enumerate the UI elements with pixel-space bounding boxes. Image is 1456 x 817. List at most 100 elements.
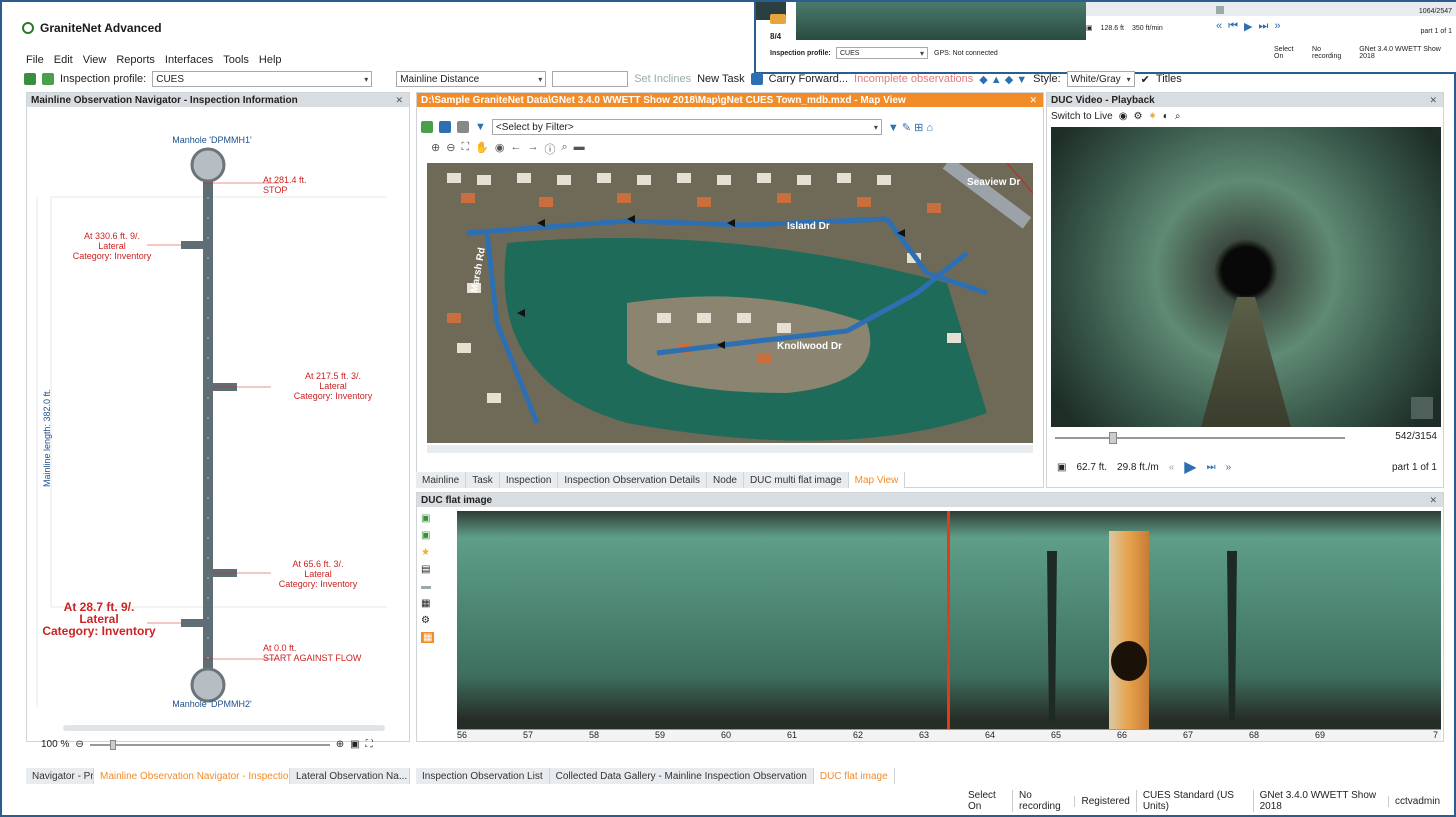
- incomplete-observations-button[interactable]: Incomplete observations: [854, 73, 973, 85]
- select-on-button[interactable]: Select On: [962, 790, 1012, 812]
- tab-task[interactable]: Task: [466, 472, 500, 488]
- tab-duc-multi[interactable]: DUC multi flat image: [743, 472, 849, 488]
- fit-view-icon[interactable]: ▣: [350, 739, 359, 750]
- tab-lateral-navigator[interactable]: Lateral Observation Na...: [290, 768, 410, 784]
- print-icon[interactable]: [457, 121, 469, 133]
- obs-lateral-28[interactable]: At 28.7 ft. 9/. Lateral Category: Inventor…: [25, 601, 173, 637]
- flat-tool-icon-4[interactable]: ▬: [421, 581, 434, 592]
- close-icon[interactable]: ✕: [1029, 95, 1037, 106]
- obs-lateral-330[interactable]: At 330.6 ft. 9/. Lateral Category: Invento…: [57, 231, 167, 261]
- inset-slider-thumb[interactable]: [1216, 6, 1224, 14]
- map-canvas[interactable]: Seaview Dr Island Dr Knollwood Dr Marsh …: [427, 163, 1033, 443]
- flat-position-marker[interactable]: [947, 511, 950, 731]
- tab-duc-flat-image[interactable]: DUC flat image: [813, 768, 895, 784]
- flat-tool-icon-2[interactable]: ▣: [421, 530, 434, 541]
- zoom-out-icon[interactable]: ⊖: [75, 739, 83, 750]
- video-seek-thumb[interactable]: [1109, 432, 1117, 444]
- style-combo[interactable]: White/Gray ▾: [1066, 71, 1135, 87]
- menu-edit[interactable]: Edit: [54, 54, 73, 66]
- map-h-scrollbar[interactable]: [427, 445, 1033, 453]
- set-inclines-button[interactable]: Set Inclines: [634, 73, 691, 85]
- zoom-slider[interactable]: [89, 739, 330, 750]
- settings-icon[interactable]: ⚙: [1133, 111, 1142, 122]
- video-frame[interactable]: [1051, 127, 1441, 427]
- pin-icon[interactable]: ✕: [395, 95, 403, 106]
- identify-icon[interactable]: ⓘ: [544, 141, 555, 157]
- manhole-bottom-icon[interactable]: [190, 667, 226, 703]
- inset-camera-icon[interactable]: ▣: [1086, 24, 1093, 32]
- measure-icon[interactable]: ▬: [574, 141, 585, 157]
- new-task-button[interactable]: New Task: [697, 73, 744, 85]
- titles-checkbox[interactable]: ✔: [1141, 73, 1150, 86]
- find-icon[interactable]: ⌕: [561, 141, 567, 157]
- rewind-icon[interactable]: «: [1169, 462, 1175, 473]
- snapshot-icon[interactable]: ▣: [1057, 462, 1066, 473]
- flat-pin-icon[interactable]: ✕: [1429, 495, 1437, 506]
- flat-tool-icon-1[interactable]: ▣: [421, 513, 434, 524]
- flat-tool-icon-5[interactable]: ▦: [421, 598, 434, 609]
- video-zoom-icon[interactable]: ⌕: [1175, 111, 1181, 122]
- star-icon[interactable]: ★: [421, 547, 434, 558]
- inset-prev-icon[interactable]: ⏮: [1228, 20, 1238, 33]
- menu-interfaces[interactable]: Interfaces: [165, 54, 213, 66]
- tab-collected-gallery[interactable]: Collected Data Gallery - Mainline Inspec…: [549, 768, 814, 784]
- distance-combo[interactable]: Mainline Distance ▾: [396, 71, 547, 87]
- tab-node[interactable]: Node: [707, 472, 744, 488]
- inset-next-icon[interactable]: ⏭: [1259, 20, 1269, 33]
- inspection-profile-combo[interactable]: CUES ▾: [152, 71, 373, 87]
- inset-select-on[interactable]: Select On: [1274, 46, 1304, 60]
- manhole-top-icon[interactable]: [190, 147, 226, 183]
- menu-help[interactable]: Help: [259, 54, 282, 66]
- full-extent-icon[interactable]: ⛶: [461, 141, 469, 157]
- refresh-icon[interactable]: [24, 73, 36, 85]
- inset-rewind-icon[interactable]: «: [1216, 20, 1222, 33]
- back-icon[interactable]: ←: [510, 141, 521, 157]
- obs-lateral-65[interactable]: At 65.6 ft. 3/. Lateral Category: Inventor…: [263, 559, 373, 589]
- pan-icon[interactable]: ✋: [475, 141, 489, 157]
- layers-icon[interactable]: [421, 121, 433, 133]
- inset-slider-track[interactable]: [1086, 2, 1456, 16]
- tab-map-view[interactable]: Map View: [848, 472, 906, 488]
- inset-profile-combo[interactable]: CUES ▾: [836, 47, 928, 59]
- menu-reports[interactable]: Reports: [116, 54, 155, 66]
- navigator-scrollbar[interactable]: [63, 725, 385, 731]
- obs-lateral-217[interactable]: At 217.5 ft. 3/. Lateral Category: Invento…: [273, 371, 393, 401]
- flat-tool-icon-6[interactable]: ⚙: [421, 615, 434, 626]
- expand-icon[interactable]: ⛶: [366, 739, 373, 750]
- inset-play-icon[interactable]: ▶: [1244, 20, 1252, 33]
- zoom-slider-thumb[interactable]: [109, 739, 116, 750]
- zoom-in-map-icon[interactable]: ⊕: [431, 141, 440, 157]
- video-seek-bar[interactable]: [1055, 432, 1345, 444]
- next-frame-icon[interactable]: ⏭: [1207, 462, 1216, 473]
- flat-image[interactable]: [457, 511, 1441, 731]
- inset-forward-icon[interactable]: »: [1274, 20, 1280, 33]
- brightness-icon[interactable]: ✷: [1148, 111, 1156, 122]
- zoom-in-icon[interactable]: ⊕: [336, 739, 344, 750]
- navigation-arrows-icon[interactable]: ◆ ▲ ◆ ▼: [979, 73, 1027, 86]
- export-icon[interactable]: [42, 73, 54, 85]
- zoom-out-map-icon[interactable]: ⊖: [446, 141, 455, 157]
- refresh-map-icon[interactable]: [439, 121, 451, 133]
- grid-icon[interactable]: ▦: [421, 632, 435, 643]
- filter-combo[interactable]: <Select by Filter> ▾: [491, 119, 882, 135]
- tab-observation-details[interactable]: Inspection Observation Details: [558, 472, 708, 488]
- menu-file[interactable]: File: [26, 54, 44, 66]
- tab-inspection[interactable]: Inspection: [499, 472, 559, 488]
- obs-stop[interactable]: At 281.4 ft. STOP: [263, 175, 343, 195]
- video-overlay-icon[interactable]: [1411, 397, 1433, 419]
- fast-forward-icon[interactable]: »: [1226, 462, 1232, 473]
- carry-forward-button[interactable]: Carry Forward...: [769, 73, 848, 85]
- obs-start[interactable]: At 0.0 ft. START AGAINST FLOW: [263, 643, 383, 663]
- forward-icon[interactable]: →: [527, 141, 538, 157]
- flat-tool-icon-3[interactable]: ▤: [421, 564, 434, 575]
- map-tools-icon[interactable]: ▼ ✎ ⊞ ⌂: [888, 121, 933, 134]
- tab-mainline[interactable]: Mainline: [416, 472, 467, 488]
- distance-input[interactable]: [552, 71, 629, 87]
- menu-view[interactable]: View: [83, 54, 107, 66]
- lateral-opening[interactable]: [1109, 531, 1149, 731]
- tab-navigator-pr[interactable]: Navigator - Pr...: [26, 768, 94, 784]
- tab-mainline-navigator[interactable]: Mainline Observation Navigator - Inspect…: [94, 768, 290, 784]
- switch-live-button[interactable]: Switch to Live: [1051, 111, 1113, 122]
- live-globe-icon[interactable]: ◉: [1119, 111, 1128, 122]
- menu-tools[interactable]: Tools: [223, 54, 249, 66]
